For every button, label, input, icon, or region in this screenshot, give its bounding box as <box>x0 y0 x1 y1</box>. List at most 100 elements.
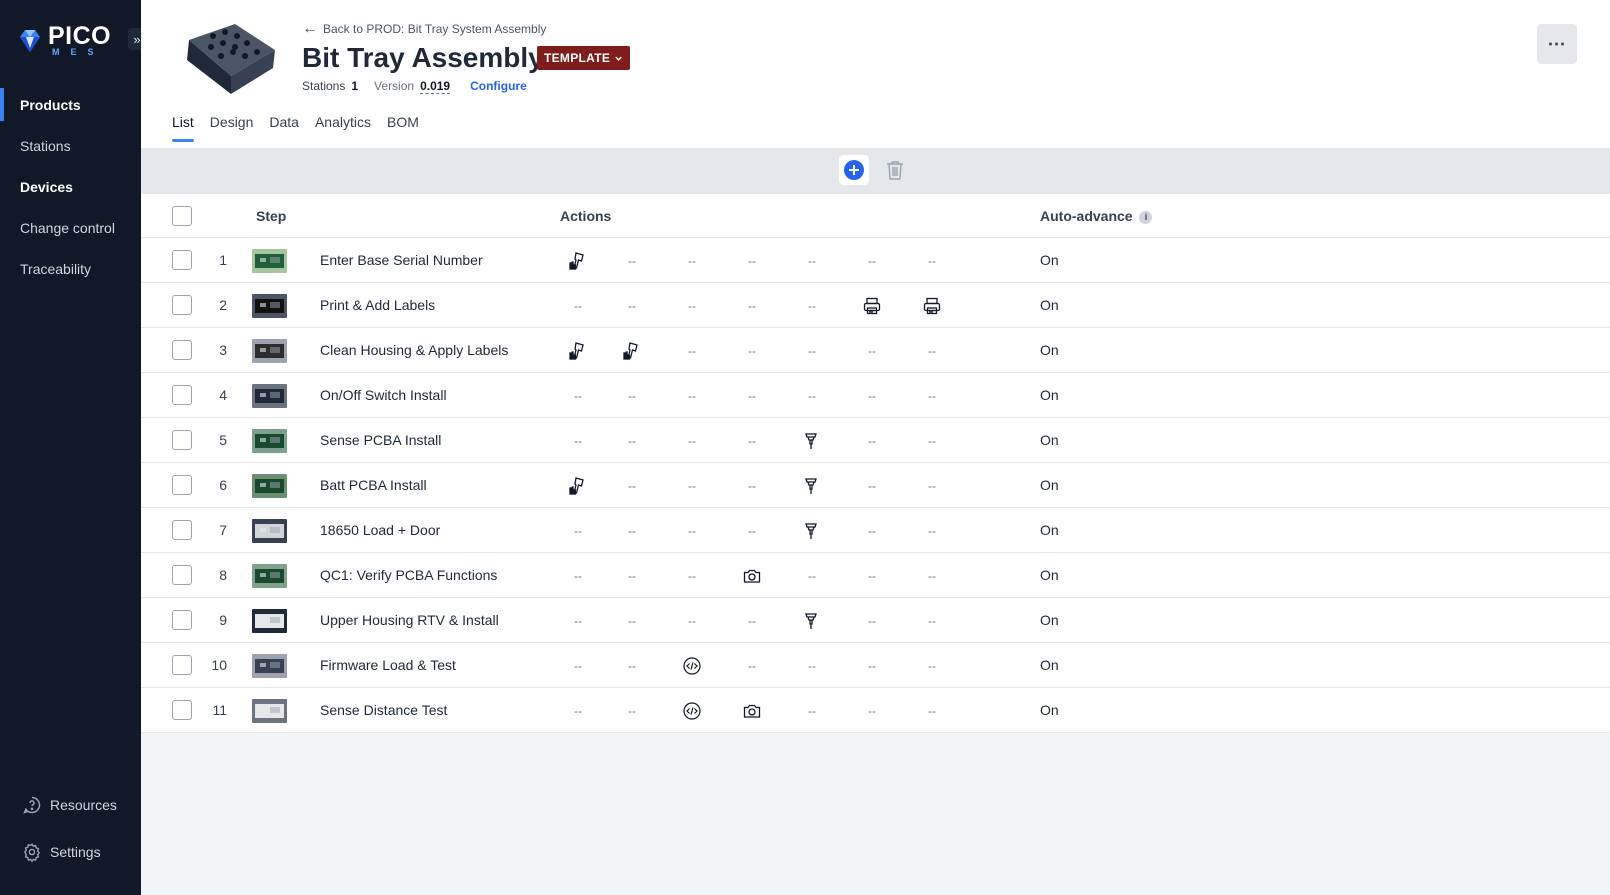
row-checkbox[interactable] <box>172 610 192 630</box>
table-row[interactable]: 6 Batt PCBA Install -- -- -- -- -- On <box>141 463 1610 508</box>
auto-advance-value: On <box>1040 702 1059 718</box>
step-name[interactable]: QC1: Verify PCBA Functions <box>320 567 497 583</box>
row-checkbox[interactable] <box>172 655 192 675</box>
row-checkbox[interactable] <box>172 565 192 585</box>
step-name[interactable]: Batt PCBA Install <box>320 477 427 493</box>
table-row[interactable]: 9 Upper Housing RTV & Install -- -- -- -- -- --… <box>141 598 1610 643</box>
step-number: 5 <box>219 432 227 448</box>
empty-action: -- <box>574 434 582 448</box>
step-name[interactable]: Sense Distance Test <box>320 702 447 718</box>
sidebar: PICO MES » Products Stations Devices Cha… <box>0 0 146 895</box>
step-name[interactable]: 18650 Load + Door <box>320 522 440 538</box>
scanner-icon[interactable] <box>566 474 590 498</box>
info-icon[interactable]: i <box>1139 210 1153 224</box>
row-checkbox[interactable] <box>172 250 192 270</box>
row-checkbox[interactable] <box>172 385 192 405</box>
sidebar-item-products[interactable]: Products <box>0 84 141 125</box>
sidebar-item-traceability[interactable]: Traceability <box>0 248 141 289</box>
printer-icon[interactable] <box>860 294 884 318</box>
page-title: Bit Tray Assembly <box>302 42 544 73</box>
code-icon[interactable] <box>680 654 704 678</box>
step-thumbnail <box>252 384 287 408</box>
column-header-step[interactable]: Step <box>256 208 286 224</box>
screwdriver-icon[interactable] <box>800 609 824 633</box>
table-row[interactable]: 8 QC1: Verify PCBA Functions -- -- -- -- -- -- O… <box>141 553 1610 598</box>
add-step-button[interactable] <box>839 155 869 185</box>
scanner-icon[interactable] <box>620 339 644 363</box>
empty-action: -- <box>928 569 936 583</box>
sidebar-item-resources[interactable]: Resources <box>0 781 141 828</box>
scanner-icon[interactable] <box>566 249 590 273</box>
row-checkbox[interactable] <box>172 700 192 720</box>
screwdriver-icon[interactable] <box>800 474 824 498</box>
tab-bom[interactable]: BOM <box>387 114 419 142</box>
table-row[interactable]: 11 Sense Distance Test -- -- -- -- -- On <box>141 688 1610 733</box>
table-row[interactable]: 2 Print & Add Labels -- -- -- -- -- On <box>141 283 1610 328</box>
step-name[interactable]: Upper Housing RTV & Install <box>320 612 499 628</box>
logo-wordmark: PICO <box>48 22 112 50</box>
row-checkbox[interactable] <box>172 430 192 450</box>
step-number: 7 <box>219 522 227 538</box>
row-checkbox[interactable] <box>172 475 192 495</box>
row-checkbox[interactable] <box>172 340 192 360</box>
select-all-checkbox[interactable] <box>172 205 192 226</box>
screwdriver-icon[interactable] <box>800 519 824 543</box>
empty-action: -- <box>748 524 756 538</box>
auto-advance-value: On <box>1040 387 1059 403</box>
tab-data[interactable]: Data <box>269 114 299 142</box>
tab-design[interactable]: Design <box>210 114 254 142</box>
sidebar-item-settings[interactable]: Settings <box>0 828 141 875</box>
empty-action: -- <box>628 299 636 313</box>
code-icon[interactable] <box>680 699 704 723</box>
step-thumbnail <box>252 654 287 678</box>
sidebar-item-change-control[interactable]: Change control <box>0 207 141 248</box>
table-row[interactable]: 7 18650 Load + Door -- -- -- -- -- -- On <box>141 508 1610 553</box>
empty-action: -- <box>868 659 876 673</box>
screwdriver-icon[interactable] <box>800 429 824 453</box>
camera-icon[interactable] <box>740 699 764 723</box>
empty-action: -- <box>574 659 582 673</box>
step-name[interactable]: On/Off Switch Install <box>320 387 447 403</box>
empty-action: -- <box>628 479 636 493</box>
empty-action: -- <box>628 569 636 583</box>
delete-step-button[interactable] <box>881 156 909 184</box>
auto-advance-value: On <box>1040 477 1059 493</box>
table-row[interactable]: 3 Clean Housing & Apply Labels -- -- -- -- -- O… <box>141 328 1610 373</box>
printer-icon[interactable] <box>920 294 944 318</box>
tab-list[interactable]: List <box>172 114 194 142</box>
column-header-actions: Actions <box>560 208 612 224</box>
configure-link[interactable]: Configure <box>470 79 527 93</box>
auto-advance-value: On <box>1040 432 1059 448</box>
auto-advance-value: On <box>1040 297 1059 313</box>
table-row[interactable]: 10 Firmware Load & Test -- -- -- -- -- -- On <box>141 643 1610 688</box>
row-checkbox[interactable] <box>172 295 192 315</box>
back-link[interactable]: ← Back to PROD: Bit Tray System Assembly <box>302 20 546 38</box>
auto-advance-value: On <box>1040 567 1059 583</box>
step-thumbnail <box>252 339 287 363</box>
empty-action: -- <box>808 569 816 583</box>
empty-action: -- <box>574 524 582 538</box>
step-name[interactable]: Sense PCBA Install <box>320 432 441 448</box>
row-checkbox[interactable] <box>172 520 192 540</box>
table-row[interactable]: 5 Sense PCBA Install -- -- -- -- -- -- On <box>141 418 1610 463</box>
tab-analytics[interactable]: Analytics <box>315 114 371 142</box>
chevron-down-icon <box>615 56 622 61</box>
table-header: Step Actions Auto-advance i <box>141 194 1610 238</box>
empty-action: -- <box>928 344 936 358</box>
empty-action: -- <box>628 614 636 628</box>
table-row[interactable]: 1 Enter Base Serial Number -- -- -- -- -- -- On <box>141 238 1610 283</box>
template-badge[interactable]: TEMPLATE <box>537 46 631 70</box>
step-name[interactable]: Print & Add Labels <box>320 297 435 313</box>
sidebar-item-stations[interactable]: Stations <box>0 125 141 166</box>
version-value[interactable]: 0.019 <box>420 79 451 94</box>
step-name[interactable]: Clean Housing & Apply Labels <box>320 342 508 358</box>
sidebar-item-devices[interactable]: Devices <box>0 166 141 207</box>
logo[interactable]: PICO MES <box>18 24 111 57</box>
scanner-icon[interactable] <box>566 339 590 363</box>
step-name[interactable]: Firmware Load & Test <box>320 657 456 673</box>
step-thumbnail <box>252 429 287 453</box>
more-options-button[interactable]: ⋯ <box>1537 24 1577 64</box>
step-name[interactable]: Enter Base Serial Number <box>320 252 483 268</box>
table-row[interactable]: 4 On/Off Switch Install -- -- -- -- -- -- -- On <box>141 373 1610 418</box>
camera-icon[interactable] <box>740 564 764 588</box>
